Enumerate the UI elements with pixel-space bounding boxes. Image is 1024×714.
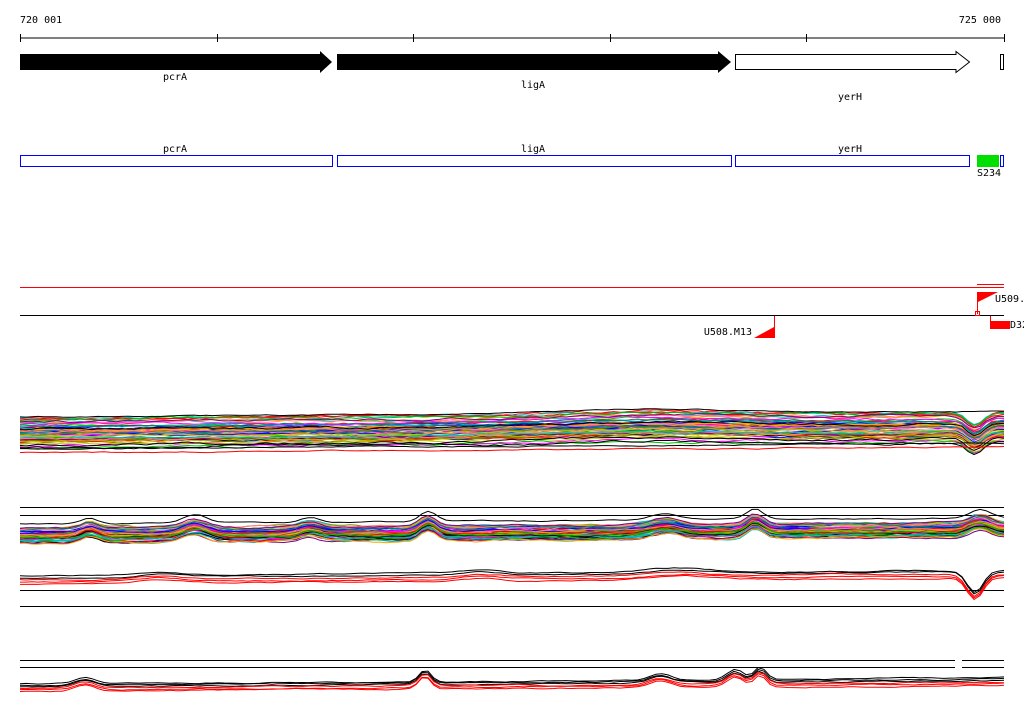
gene-label-pcrA: pcrA: [163, 72, 187, 83]
annotation-label-pcrA: pcrA: [163, 144, 187, 155]
annotation-box-pcrA[interactable]: [20, 155, 333, 167]
flag-label-D32: D32: [1010, 320, 1024, 331]
annotation-track: pcrA ligA yerH S234: [20, 144, 1004, 179]
flag-label-U508-M13: U508.M13: [704, 327, 752, 338]
annotation-label-yerH: yerH: [838, 144, 862, 155]
annotation-marker-S234[interactable]: [977, 155, 999, 167]
trace-line: [19, 571, 1005, 598]
trace-line: [19, 508, 1005, 525]
gene-fragment[interactable]: [1000, 54, 1004, 70]
coordinate-ruler: 720 001 725 000: [20, 15, 1005, 42]
gene-label-ligA: ligA: [521, 80, 545, 91]
annotation-box-fragment[interactable]: [1000, 155, 1004, 167]
annotation-box-ligA[interactable]: [337, 155, 732, 167]
expression-traces: [19, 408, 1005, 693]
ruler-start-label: 720 001: [20, 15, 62, 26]
annotation-label-ligA: ligA: [521, 144, 545, 155]
flag-D32[interactable]: D32: [990, 316, 1024, 331]
gene-label-yerH: yerH: [838, 92, 862, 103]
flag-U508-M13[interactable]: U508.M13: [704, 316, 775, 338]
gene-arrow-ligA[interactable]: [337, 51, 731, 73]
flag-label-U509: U509.: [995, 294, 1024, 305]
annotation-marker-label: S234: [977, 168, 1001, 179]
gene-track: pcrA ligA yerH: [20, 50, 1004, 103]
feature-track: U509. D32 U508.M13: [20, 284, 1024, 338]
genome-browser-canvas[interactable]: 720 001 725 000 pcrA ligA yerH pcrA ligA…: [0, 0, 1024, 714]
ruler-end-label: 725 000: [959, 15, 1001, 26]
trace-line: [20, 573, 1005, 599]
trace-line: [20, 574, 1005, 601]
gene-arrow-pcrA[interactable]: [20, 51, 332, 73]
annotation-box-yerH[interactable]: [735, 155, 970, 167]
gene-arrow-yerH[interactable]: [735, 50, 971, 74]
flag-U509[interactable]: U509.: [975, 292, 1024, 316]
